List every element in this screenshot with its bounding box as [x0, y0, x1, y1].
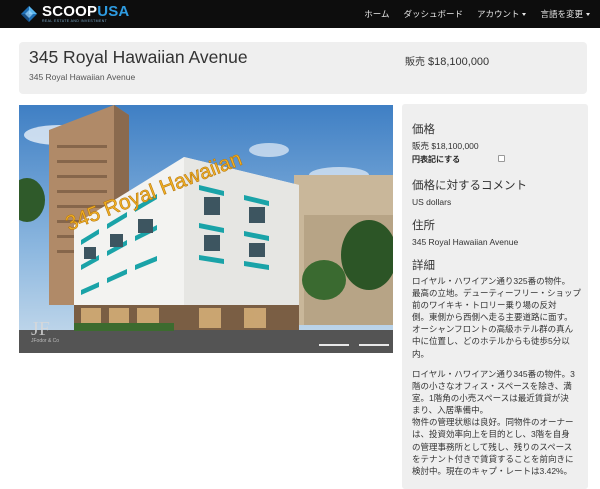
price-comment-heading: 価格に対するコメント	[412, 180, 527, 192]
details-paragraph-2: ロイヤル・ハワイアン通り345番の物件。3 階の小さなオフィス・スペースを除き、…	[412, 368, 586, 477]
text-line: オーシャンフロントの高級ホテル群の真ん	[412, 324, 574, 335]
nav-language-label: 言語を変更	[540, 9, 583, 19]
text-line: をテナント付きで賃貸することを前向きに	[412, 453, 574, 464]
header-price: 販売 $18,100,000	[405, 53, 489, 68]
details-panel: 価格 販売 $18,100,000 円表記にする 価格に対するコメント US d…	[402, 104, 588, 489]
yen-toggle-label: 円表記にする	[412, 155, 461, 164]
nav-language-dropdown[interactable]: 言語を変更	[540, 8, 590, 20]
watermark-logo: JF	[31, 318, 50, 340]
chevron-down-icon	[586, 13, 590, 17]
nav-dashboard[interactable]: ダッシュボード	[403, 8, 463, 20]
text-line: 階の小さなオフィス・スペースを除き、満	[412, 381, 572, 392]
text-line: は、投資効率向上を目的とし、3階を自身	[412, 429, 570, 440]
nav-account-label: アカウント	[476, 9, 520, 19]
text-line: 最高の立地。デューティーフリー・ショップ	[412, 288, 581, 299]
chevron-down-icon	[522, 13, 527, 17]
nav-home[interactable]: ホーム	[364, 8, 389, 20]
nav-account-dropdown[interactable]: アカウント	[477, 8, 527, 20]
address-heading: 住所	[412, 220, 435, 232]
text-line: 物件の管理状態は良好。同物件のオーナー	[412, 417, 574, 428]
header-price-value: $18,100,000	[428, 56, 490, 68]
diamond-logo-icon	[20, 5, 38, 23]
details-heading: 詳細	[412, 260, 435, 272]
text-line: の管理事務所として残し、残りのスペース	[412, 441, 573, 452]
page-title: 345 Royal Hawaiian Avenue	[29, 47, 248, 67]
text-line: 前のワイキキ・トロリー乗り場の反対	[412, 300, 557, 311]
price-line: 販売 $18,100,000	[412, 141, 479, 151]
brand-name: SCOOPUSA	[42, 3, 130, 21]
details-paragraph-1: ロイヤル・ハワイアン通り325番の物件。 最高の立地。デューティーフリー・ショッ…	[412, 275, 586, 360]
page-subtitle: 345 Royal Hawaiian Avenue	[29, 72, 136, 82]
address-value: 345 Royal Hawaiian Avenue	[412, 237, 519, 247]
header-price-label: 販売	[405, 57, 425, 68]
text-line: ロイヤル・ハワイアン通り345番の物件。3	[412, 369, 575, 379]
text-line: 中に位置し、どのホテルからも徒歩5分以	[412, 336, 570, 347]
photo-watermark-text: JFodor & Co	[31, 338, 60, 344]
text-line: ロイヤル・ハワイアン通り325番の物件。	[412, 276, 571, 286]
listing-header: 345 Royal Hawaiian Avenue 345 Royal Hawa…	[19, 42, 587, 94]
text-line: 側。東側から西側へ走る主要道路に面す。	[412, 312, 573, 323]
property-photo[interactable]: 345 Royal Hawaiian JF	[19, 105, 393, 353]
yen-toggle-checkbox[interactable]	[498, 155, 505, 162]
brand-logo-link[interactable]: SCOOPUSA REAL ESTATE AND INVESTMENT	[20, 0, 129, 28]
price-comment: US dollars	[412, 197, 452, 207]
brand-tagline: REAL ESTATE AND INVESTMENT	[42, 19, 108, 24]
text-line: 室。1階角の小売スペースは最近賃貸が決	[412, 393, 569, 404]
text-line: 内。	[412, 348, 430, 359]
text-line: 検討中。現在のキャプ・レートは3.42%。	[412, 465, 573, 476]
top-navbar: SCOOPUSA REAL ESTATE AND INVESTMENT ホーム …	[0, 0, 600, 28]
price-heading: 価格	[412, 124, 435, 136]
text-line: まり、入居準備中。	[412, 405, 489, 416]
